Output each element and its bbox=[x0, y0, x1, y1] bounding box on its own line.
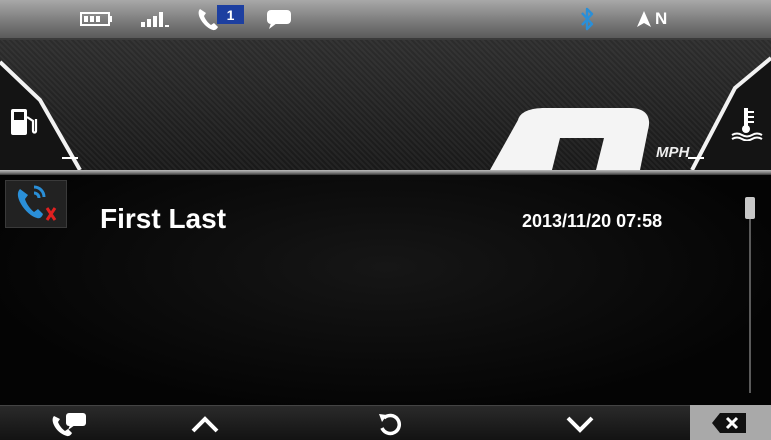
refresh-icon bbox=[379, 413, 401, 435]
scroll-up-button[interactable] bbox=[165, 406, 245, 440]
panel-divider bbox=[0, 170, 771, 175]
bottom-toolbar bbox=[0, 405, 771, 440]
message-icon bbox=[265, 0, 293, 38]
delete-button[interactable] bbox=[690, 405, 771, 440]
backspace-delete-icon bbox=[712, 413, 746, 433]
signal-icon bbox=[140, 0, 170, 38]
call-message-button[interactable] bbox=[30, 406, 110, 440]
chevron-down-icon bbox=[566, 416, 594, 433]
gauge-area: MPH bbox=[0, 40, 771, 170]
call-timestamp: 2013/11/20 07:58 bbox=[522, 211, 663, 231]
compass-heading: N bbox=[655, 9, 668, 28]
coolant-temperature-icon bbox=[729, 105, 763, 146]
fuel-icon bbox=[8, 105, 42, 144]
call-message-icon bbox=[52, 412, 86, 436]
battery-icon bbox=[80, 0, 114, 38]
dashboard-screen: 1 N MPH First Last 2013/11/20 07:58 bbox=[0, 0, 771, 440]
missed-call-type-icon bbox=[5, 180, 67, 228]
compass-arrow-icon bbox=[636, 0, 652, 38]
bluetooth-icon bbox=[579, 0, 595, 38]
status-bar: 1 N bbox=[0, 0, 771, 40]
scrollbar-track[interactable] bbox=[749, 197, 751, 393]
chevron-up-icon bbox=[191, 415, 219, 432]
call-log-panel: First Last 2013/11/20 07:58 bbox=[0, 175, 771, 405]
speed-unit-label: MPH bbox=[656, 144, 690, 161]
refresh-button[interactable] bbox=[350, 406, 430, 440]
scroll-down-button[interactable] bbox=[540, 406, 620, 440]
contact-name: First Last bbox=[100, 203, 227, 234]
scrollbar-thumb[interactable] bbox=[745, 197, 755, 219]
missed-call-badge: 1 bbox=[217, 5, 244, 24]
